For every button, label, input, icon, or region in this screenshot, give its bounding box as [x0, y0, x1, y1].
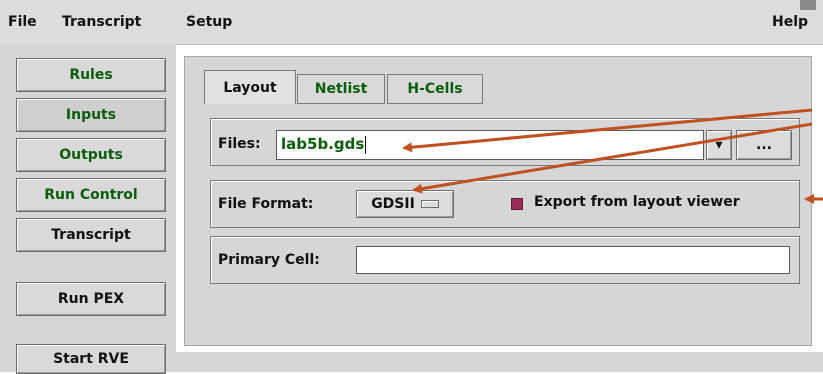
- annotation-arrows: [402, 0, 823, 204]
- annotation-arrow-files: [402, 108, 813, 153]
- window-edge-fragment: [800, 0, 816, 10]
- annotation-arrow-format: [412, 122, 813, 194]
